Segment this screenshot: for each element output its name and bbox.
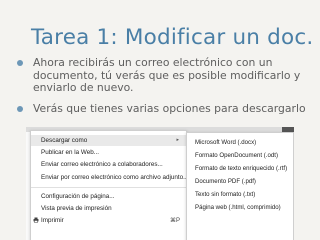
submenu-item-txt[interactable]: Texto sin formato (.txt) <box>195 191 255 198</box>
menu-item-print-preview[interactable]: Vista previa de impresión <box>31 203 186 214</box>
file-menu: Descargar como ▸ Publicar en la Web... E… <box>30 130 189 240</box>
menu-item-label: Descargar como <box>41 137 88 144</box>
menu-item-page-setup[interactable]: Configuración de página... <box>31 191 186 202</box>
printer-icon <box>33 217 39 223</box>
menu-item-print[interactable]: Imprimir ⌘P <box>31 215 186 226</box>
shortcut-label: ⌘P <box>169 218 180 224</box>
menu-item-email-collaborators[interactable]: Enviar correo electrónico a colaboradore… <box>31 159 186 170</box>
bullet-item: Verás que tienes varias opciones para de… <box>16 102 312 116</box>
submenu-item-pdf[interactable]: Documento PDF (.pdf) <box>195 178 256 185</box>
menu-item-label: Enviar por correo electrónico como archi… <box>41 174 189 181</box>
menu-item-email-attachment[interactable]: Enviar por correo electrónico como archi… <box>31 172 189 183</box>
screenshot-file-menu: Descargar como ▸ Publicar en la Web... E… <box>26 127 294 240</box>
submenu-item-html[interactable]: Página web (.html, comprimido) <box>195 204 281 211</box>
menu-item-label: Enviar correo electrónico a colaboradore… <box>41 161 163 168</box>
download-as-submenu: Microsoft Word (.docx) Formato OpenDocum… <box>186 132 294 240</box>
submenu-item-rtf[interactable]: Formato de texto enriquecido (.rtf) <box>195 165 287 172</box>
bullet-list: Ahora recibirás un correo electrónico co… <box>16 56 312 123</box>
menu-divider <box>31 187 186 188</box>
slide-title: Tarea 1: Modificar un doc. <box>31 25 314 50</box>
chevron-right-icon: ▸ <box>176 137 179 143</box>
menu-item-download-as[interactable]: Descargar como ▸ <box>31 135 186 146</box>
menu-item-label: Publicar en la Web... <box>41 149 99 156</box>
menu-item-label: Vista previa de impresión <box>41 205 112 212</box>
bullet-item: Ahora recibirás un correo electrónico co… <box>16 56 312 95</box>
menu-item-label: Configuración de página... <box>41 193 115 200</box>
menu-item-label: Imprimir <box>41 217 64 224</box>
submenu-item-docx[interactable]: Microsoft Word (.docx) <box>195 139 256 146</box>
menu-item-publish[interactable]: Publicar en la Web... <box>31 147 186 158</box>
submenu-item-odt[interactable]: Formato OpenDocument (.odt) <box>195 152 278 159</box>
